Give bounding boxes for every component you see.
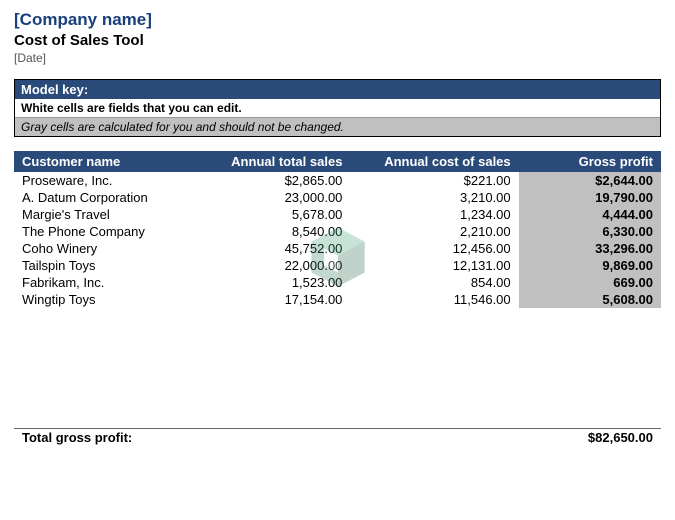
cell-customer[interactable]: A. Datum Corporation [14, 189, 195, 206]
cell-customer[interactable]: Margie's Travel [14, 206, 195, 223]
cell-customer[interactable]: Wingtip Toys [14, 291, 195, 308]
model-key-gray-hint: Gray cells are calculated for you and sh… [15, 118, 660, 136]
table-row: Fabrikam, Inc.1,523.00854.00669.00 [14, 274, 661, 291]
cell-cost[interactable]: 12,456.00 [350, 240, 518, 257]
cell-customer[interactable]: Fabrikam, Inc. [14, 274, 195, 291]
table-row: Proseware, Inc.$2,865.00$221.00$2,644.00 [14, 172, 661, 189]
cell-customer[interactable]: Proseware, Inc. [14, 172, 195, 189]
col-header-customer: Customer name [14, 151, 195, 172]
cell-customer[interactable]: Coho Winery [14, 240, 195, 257]
cell-cost[interactable]: $221.00 [350, 172, 518, 189]
cell-sales[interactable]: 45,752.00 [195, 240, 350, 257]
tool-title: Cost of Sales Tool [14, 32, 661, 49]
cell-sales[interactable]: 23,000.00 [195, 189, 350, 206]
cell-sales[interactable]: 5,678.00 [195, 206, 350, 223]
cell-sales[interactable]: 22,000.00 [195, 257, 350, 274]
table-row: The Phone Company8,540.002,210.006,330.0… [14, 223, 661, 240]
cell-profit: 6,330.00 [519, 223, 661, 240]
cell-cost[interactable]: 1,234.00 [350, 206, 518, 223]
model-key-white-hint: White cells are fields that you can edit… [15, 99, 660, 118]
cell-profit: 4,444.00 [519, 206, 661, 223]
company-name[interactable]: [Company name] [14, 10, 661, 30]
total-row: Total gross profit: $82,650.00 [14, 428, 661, 446]
cell-cost[interactable]: 2,210.00 [350, 223, 518, 240]
cell-sales[interactable]: $2,865.00 [195, 172, 350, 189]
cell-sales[interactable]: 1,523.00 [195, 274, 350, 291]
cell-sales[interactable]: 17,154.00 [195, 291, 350, 308]
cell-profit: 669.00 [519, 274, 661, 291]
cell-profit: 33,296.00 [519, 240, 661, 257]
cell-sales[interactable]: 8,540.00 [195, 223, 350, 240]
cell-customer[interactable]: The Phone Company [14, 223, 195, 240]
col-header-profit: Gross profit [519, 151, 661, 172]
cell-profit: 19,790.00 [519, 189, 661, 206]
cell-profit: $2,644.00 [519, 172, 661, 189]
spacer-row [14, 308, 661, 428]
cell-cost[interactable]: 11,546.00 [350, 291, 518, 308]
model-key-label: Model key: [15, 80, 660, 99]
cell-profit: 5,608.00 [519, 291, 661, 308]
table-row: Margie's Travel5,678.001,234.004,444.00 [14, 206, 661, 223]
table-row: Wingtip Toys17,154.0011,546.005,608.00 [14, 291, 661, 308]
col-header-sales: Annual total sales [195, 151, 350, 172]
table-row: Tailspin Toys22,000.0012,131.009,869.00 [14, 257, 661, 274]
document-header: [Company name] Cost of Sales Tool [Date] [14, 10, 661, 65]
total-value: $82,650.00 [519, 428, 661, 446]
cell-customer[interactable]: Tailspin Toys [14, 257, 195, 274]
cell-profit: 9,869.00 [519, 257, 661, 274]
table-header-row: Customer name Annual total sales Annual … [14, 151, 661, 172]
cell-cost[interactable]: 854.00 [350, 274, 518, 291]
col-header-cost: Annual cost of sales [350, 151, 518, 172]
sales-table: Customer name Annual total sales Annual … [14, 151, 661, 446]
model-key-box: Model key: White cells are fields that y… [14, 79, 661, 137]
table-row: Coho Winery45,752.0012,456.0033,296.00 [14, 240, 661, 257]
cell-cost[interactable]: 3,210.00 [350, 189, 518, 206]
date-field[interactable]: [Date] [14, 51, 661, 65]
cell-cost[interactable]: 12,131.00 [350, 257, 518, 274]
total-label: Total gross profit: [14, 428, 519, 446]
table-row: A. Datum Corporation23,000.003,210.0019,… [14, 189, 661, 206]
